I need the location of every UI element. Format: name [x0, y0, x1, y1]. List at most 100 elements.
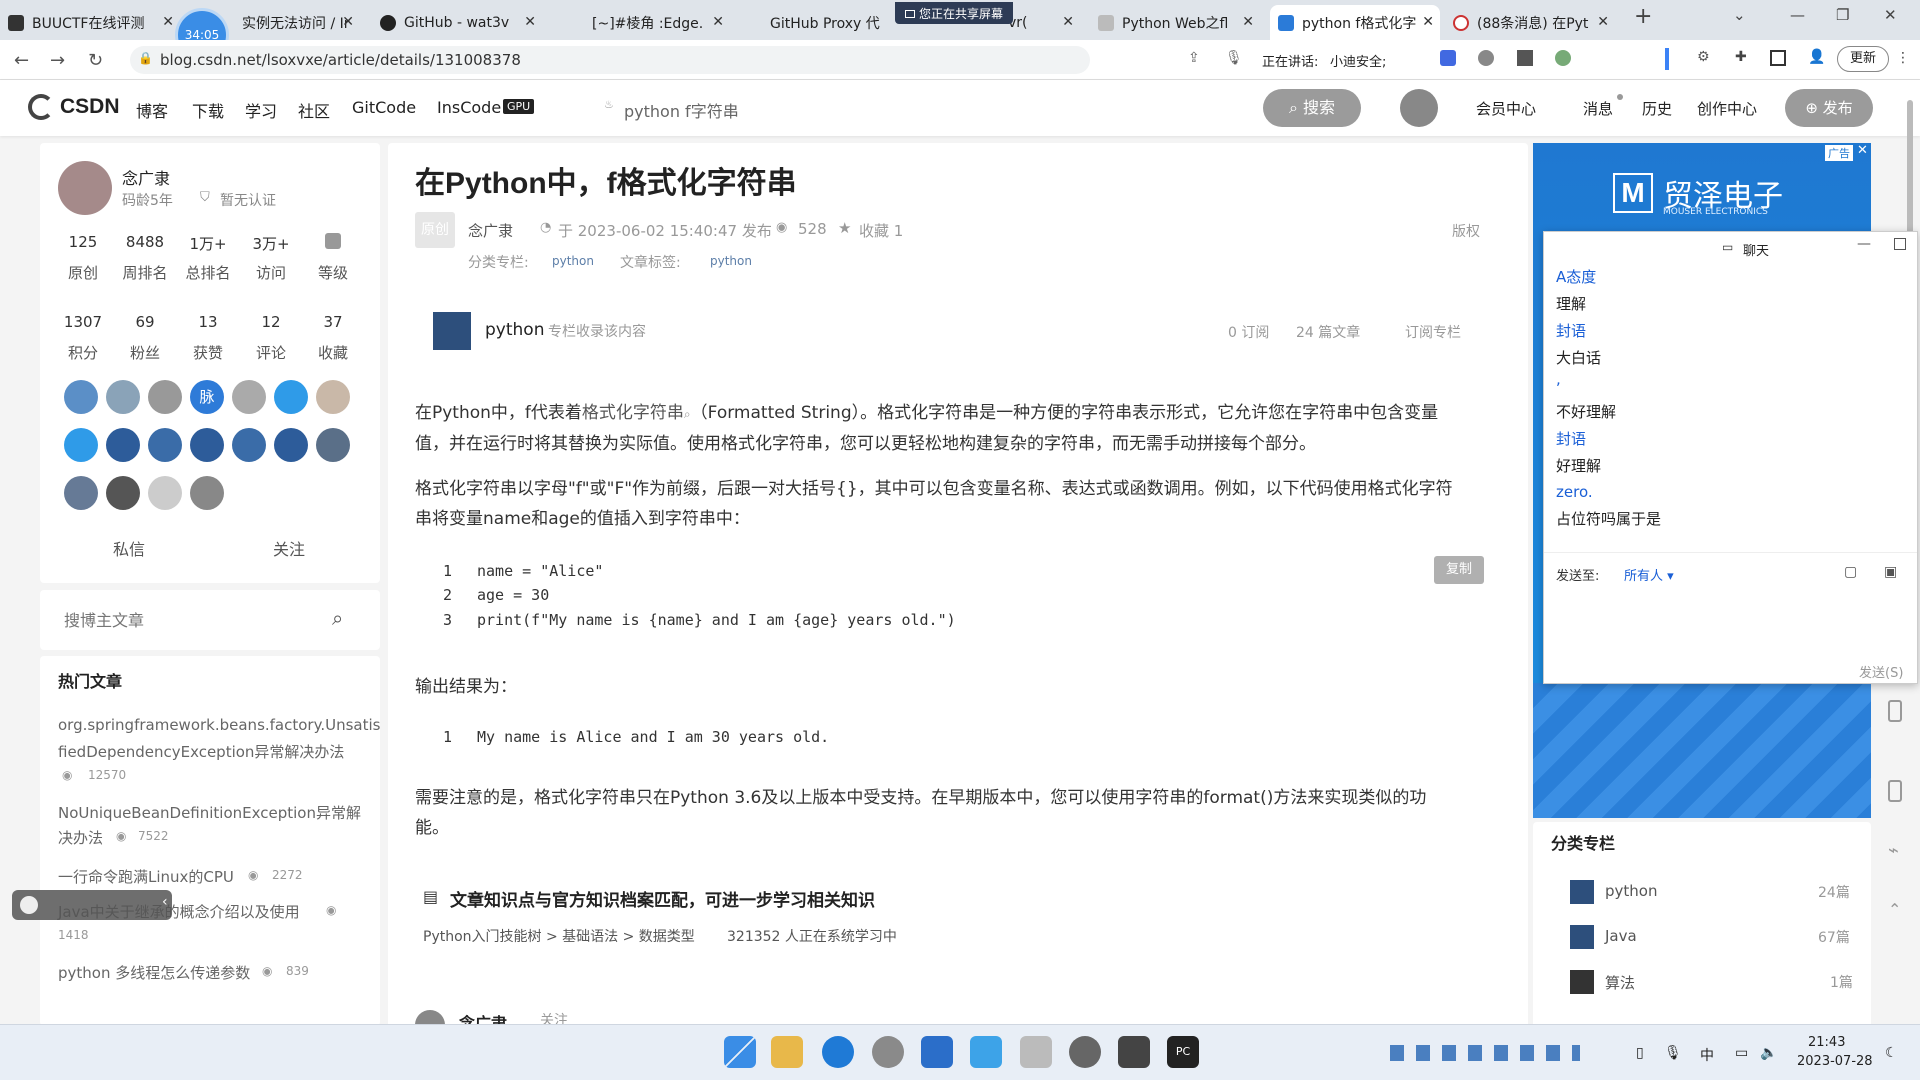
hot-article-title[interactable]: 决办法 — [58, 827, 103, 848]
hot-article-title[interactable]: org.springframework.beans.factory.Unsati… — [58, 716, 380, 734]
edge-icon[interactable] — [822, 1036, 854, 1068]
badge-icon[interactable] — [64, 380, 98, 414]
extension-icon[interactable] — [1555, 50, 1572, 66]
article-tag[interactable]: python — [710, 254, 752, 268]
notification-icon[interactable]: ☾ — [1885, 1045, 1898, 1061]
split-view-icon[interactable] — [1770, 50, 1786, 66]
avatar[interactable] — [415, 1010, 445, 1024]
subscribe-column-button[interactable]: 订阅专栏 — [1405, 322, 1461, 342]
extension-icon[interactable] — [1440, 50, 1456, 66]
chat-bubble-icon[interactable] — [20, 896, 38, 914]
hot-article-title[interactable]: NoUniqueBeanDefinitionException异常解 — [58, 802, 361, 823]
csdn-logo[interactable]: CSDN — [28, 94, 120, 120]
collect-count[interactable]: 收藏 1 — [859, 220, 903, 241]
knowledge-path[interactable]: Python入门技能树 > 基础语法 > 数据类型 — [423, 926, 695, 946]
nav-download[interactable]: 下载 — [192, 98, 224, 122]
share-icon[interactable]: ⇪ — [1188, 50, 1200, 66]
badge-icon[interactable]: 脉 — [190, 380, 224, 414]
close-icon[interactable]: ‹ — [162, 894, 168, 910]
column-name[interactable]: python — [485, 320, 544, 340]
badge-icon[interactable] — [316, 428, 350, 462]
chat-input[interactable] — [1552, 590, 1907, 650]
sidebar-toggle-icon[interactable] — [1665, 48, 1669, 70]
search-icon[interactable]: ⌕ — [684, 407, 691, 421]
send-to-select[interactable]: 所有人 ▾ — [1624, 565, 1674, 584]
tray-icons[interactable] — [1390, 1045, 1580, 1061]
nav-vip-center[interactable]: 会员中心 — [1476, 98, 1536, 119]
nav-messages[interactable]: 消息 — [1583, 98, 1613, 119]
nav-creation-center[interactable]: 创作中心 — [1697, 98, 1757, 119]
nav-gitcode[interactable]: GitCode — [352, 98, 416, 117]
windows-start-icon[interactable] — [724, 1036, 756, 1068]
avatar[interactable] — [1400, 89, 1438, 127]
maximize-button[interactable]: ❐ — [1836, 6, 1849, 24]
send-button[interactable]: 发送(S) — [1859, 662, 1903, 681]
badge-icon[interactable] — [274, 428, 308, 462]
hot-article-title[interactable]: fiedDependencyException异常解决办法 — [58, 741, 344, 762]
tab-python-fstring[interactable]: python f格式化字 ✕ — [1270, 5, 1440, 40]
update-button[interactable]: 更新 — [1837, 46, 1889, 72]
hot-article-title[interactable]: python 多线程怎么传递参数 — [58, 962, 250, 983]
close-icon[interactable]: ✕ — [1422, 14, 1434, 30]
footer-author[interactable]: 念广隶 — [459, 1010, 507, 1024]
badge-icon[interactable] — [190, 476, 224, 510]
url-bar[interactable]: 🔒 blog.csdn.net/lsoxvxe/article/details/… — [130, 46, 1090, 74]
reload-button[interactable]: ↻ — [88, 50, 103, 71]
new-tab-button[interactable]: + — [1634, 4, 1652, 29]
app-icon[interactable] — [1069, 1036, 1101, 1068]
tab-github-proxy[interactable]: GitHub Proxy 代 — [748, 5, 898, 40]
forward-button[interactable]: → — [50, 50, 65, 71]
badge-icon[interactable] — [148, 380, 182, 414]
tab-list-icon[interactable]: ⌄ — [1733, 6, 1746, 24]
close-icon[interactable]: ✕ — [1597, 14, 1609, 30]
hot-article-title[interactable]: 一行命令跑满Linux的CPU — [58, 866, 234, 887]
close-icon[interactable]: ✕ — [162, 14, 174, 30]
tab-github[interactable]: GitHub - wat3v ✕ — [372, 5, 542, 40]
extension-icon[interactable] — [1478, 50, 1495, 66]
badge-icon[interactable] — [64, 476, 98, 510]
badge-icon[interactable] — [106, 428, 140, 462]
pycharm-icon[interactable]: PC — [1167, 1036, 1199, 1068]
nav-blog[interactable]: 博客 — [136, 98, 168, 122]
scroll-icon[interactable]: ⌁ — [1888, 840, 1899, 861]
nav-history[interactable]: 历史 — [1642, 98, 1672, 119]
settings-icon[interactable]: ⚙ — [1697, 49, 1710, 65]
author-name[interactable]: 念广隶 — [122, 165, 170, 189]
extensions-puzzle-icon[interactable]: ✚ — [1735, 49, 1747, 65]
screenshot-icon[interactable]: ▣ — [1884, 564, 1897, 580]
taskbar-time[interactable]: 21:43 — [1808, 1035, 1845, 1050]
badge-icon[interactable] — [148, 476, 182, 510]
category-tag[interactable]: python — [552, 254, 594, 268]
more-menu-icon[interactable]: ⋮ — [1896, 50, 1910, 66]
phone-icon[interactable] — [1888, 700, 1902, 722]
badge-icon[interactable] — [148, 428, 182, 462]
column-name[interactable]: 算法 — [1605, 972, 1635, 993]
terminal-icon[interactable] — [1118, 1036, 1150, 1068]
volume-icon[interactable]: 🔈 — [1760, 1045, 1777, 1061]
close-icon[interactable]: ✕ — [342, 14, 354, 30]
feedback-icon[interactable] — [1888, 780, 1902, 802]
tab-buuctf[interactable]: BUUCTF在线评测 ✕ — [0, 5, 180, 40]
maximize-button[interactable] — [1894, 238, 1906, 250]
badge-icon[interactable] — [232, 428, 266, 462]
close-icon[interactable]: ✕ — [1242, 14, 1254, 30]
app-icon[interactable] — [970, 1036, 1002, 1068]
close-icon[interactable]: ✕ — [524, 14, 536, 30]
article-author[interactable]: 念广隶 — [468, 220, 513, 241]
microphone-icon[interactable]: 🎙 — [1664, 1045, 1682, 1061]
badge-icon[interactable] — [316, 380, 350, 414]
file-icon[interactable]: ▢ — [1844, 564, 1857, 580]
nav-inscode[interactable]: InsCode — [437, 98, 501, 117]
taskbar-date[interactable]: 2023-07-28 — [1797, 1054, 1873, 1069]
minimize-button[interactable]: — — [1790, 6, 1805, 24]
profile-icon[interactable]: 👤 — [1808, 49, 1825, 65]
footer-follow-button[interactable]: 关注 — [540, 1010, 568, 1024]
nav-community[interactable]: 社区 — [298, 98, 330, 122]
close-icon[interactable]: ✕ — [1062, 14, 1074, 30]
extension-icon[interactable] — [1516, 50, 1533, 66]
tab-python-web[interactable]: Python Web之fl ✕ — [1090, 5, 1260, 40]
search-hint[interactable]: python f字符串 — [624, 98, 739, 122]
top-icon[interactable]: ⌃ — [1888, 900, 1901, 919]
search-button[interactable]: ⌕ 搜索 — [1263, 89, 1361, 127]
app-icon[interactable] — [921, 1036, 953, 1068]
